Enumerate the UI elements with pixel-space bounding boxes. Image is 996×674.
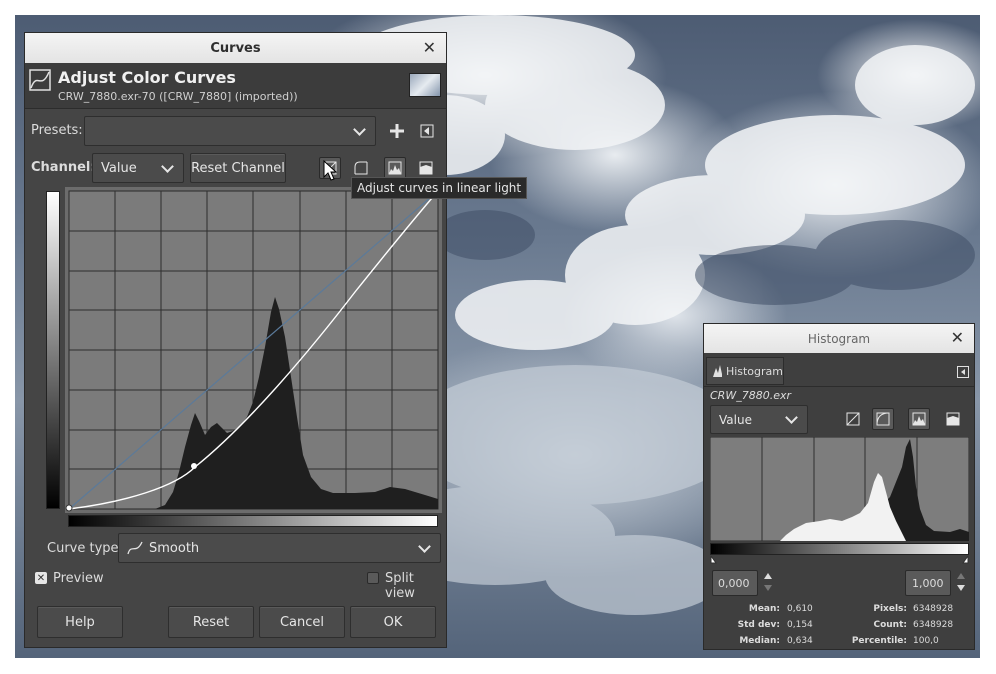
range-sliders[interactable] [710, 556, 969, 564]
triangle-left-icon [957, 366, 969, 378]
spin-up-icon [957, 573, 965, 579]
stats-labels-left: Mean: Std dev: Median: [704, 601, 780, 649]
histogram-channel-combo[interactable]: Value [710, 405, 808, 434]
hist-perceptual-button[interactable] [872, 408, 894, 430]
curves-titlebar[interactable]: Curves ✕ [25, 33, 446, 63]
triangle-left-icon [420, 124, 434, 138]
curve-type-value: Smooth [149, 540, 200, 556]
histogram-filename: CRW_7880.exr [710, 389, 791, 402]
percentile-value: 100,0 [913, 636, 939, 646]
histogram-icon [713, 365, 722, 377]
split-view-label: Split view [385, 571, 415, 601]
pixels-value: 6348928 [913, 604, 954, 614]
perceptual-curve-icon [354, 161, 368, 175]
histogram-gradient-bar [710, 543, 969, 555]
curve-type-label: Curve type: [47, 541, 123, 556]
chevron-down-icon [353, 122, 366, 136]
pixels-label: Pixels: [873, 604, 907, 614]
stats-values-left: 0,610 0,154 0,634 [787, 601, 813, 649]
ok-button[interactable]: OK [350, 606, 436, 638]
perceptual-curve-icon [876, 412, 890, 426]
close-icon[interactable]: ✕ [423, 38, 436, 57]
stats-labels-right: Pixels: Count: Percentile: [834, 601, 907, 649]
header-subtitle: CRW_7880.exr-70 ([CRW_7880] (imported)) [58, 90, 298, 103]
input-gradient-bar [68, 515, 438, 527]
histogram-linear-icon [388, 161, 402, 175]
curve-graph[interactable] [65, 187, 442, 513]
count-value: 6348928 [913, 620, 954, 630]
tab-divider [704, 386, 974, 387]
range-high-input[interactable]: 1,000 [905, 570, 951, 596]
preview-checkbox[interactable]: ✕ [35, 572, 47, 584]
curves-icon [29, 69, 51, 91]
presets-label: Presets: [31, 123, 83, 138]
smooth-curve-icon [127, 541, 143, 555]
range-low-input[interactable]: 0,000 [712, 570, 758, 596]
add-preset-button[interactable] [386, 120, 408, 142]
curves-title: Curves [210, 40, 261, 56]
preview-label: Preview [53, 571, 104, 586]
stddev-label: Std dev: [737, 620, 780, 630]
image-thumbnail [409, 73, 441, 97]
reset-button[interactable]: Reset [168, 606, 254, 638]
curve-type-combo[interactable]: Smooth [118, 533, 441, 563]
median-value: 0,634 [787, 636, 813, 646]
channel-combo[interactable]: Value [92, 153, 184, 183]
histogram-channel-value: Value [719, 412, 752, 427]
median-label: Median: [739, 636, 780, 646]
hist-log-scale-button[interactable] [942, 408, 964, 430]
percentile-label: Percentile: [851, 636, 907, 646]
histogram-title: Histogram [807, 331, 871, 346]
range-high-handle[interactable] [962, 556, 969, 564]
channel-value: Value [101, 160, 137, 176]
close-icon[interactable]: ✕ [951, 328, 964, 347]
spin-up-icon [764, 573, 772, 579]
output-gradient-bar [46, 191, 60, 509]
stddev-value: 0,154 [787, 620, 813, 630]
chevron-down-icon [785, 411, 798, 424]
histogram-titlebar[interactable]: Histogram ✕ [704, 324, 974, 353]
histogram-dialog: Histogram ✕ Histogram CRW_7880.exr Value [703, 323, 975, 650]
histogram-view[interactable] [710, 437, 969, 541]
dialog-header: Adjust Color Curves CRW_7880.exr-70 ([CR… [25, 63, 446, 109]
count-label: Count: [873, 620, 907, 630]
plus-icon [390, 124, 404, 138]
mean-value: 0,610 [787, 604, 813, 614]
range-high-spin[interactable] [954, 570, 968, 596]
chevron-down-icon [161, 159, 174, 173]
channel-label: Channel: [31, 160, 96, 175]
curve-point-mid[interactable] [191, 463, 197, 469]
perceptual-button[interactable] [350, 157, 372, 179]
chevron-down-icon [418, 539, 431, 553]
help-button[interactable]: Help [37, 606, 123, 638]
cancel-button[interactable]: Cancel [259, 606, 345, 638]
split-view-checkbox[interactable] [367, 572, 379, 584]
stats-values-right: 6348928 6348928 100,0 [913, 601, 953, 649]
preset-menu-button[interactable] [416, 120, 438, 142]
range-low-spin[interactable] [761, 570, 775, 596]
tab-menu-button[interactable] [957, 366, 969, 382]
tab-label: Histogram [725, 364, 783, 378]
header-title: Adjust Color Curves [58, 68, 236, 87]
range-low-handle[interactable] [710, 556, 717, 564]
spin-down-icon [764, 585, 772, 591]
log-histogram-button[interactable] [415, 157, 437, 179]
histogram-log-icon [419, 161, 433, 175]
curves-dialog: Curves ✕ Adjust Color Curves CRW_7880.ex… [24, 32, 447, 648]
mouse-cursor-icon [323, 160, 338, 181]
tab-histogram[interactable]: Histogram [706, 357, 784, 385]
linear-histogram-button[interactable] [384, 157, 406, 179]
curve-point-black[interactable] [65, 504, 73, 512]
reset-channel-button[interactable]: Reset Channel [190, 153, 286, 183]
spin-down-icon [957, 585, 965, 591]
hist-linear-scale-button[interactable] [908, 408, 930, 430]
mean-label: Mean: [748, 604, 780, 614]
tooltip: Adjust curves in linear light [351, 177, 528, 199]
histogram-log-icon [946, 412, 960, 426]
histogram-linear-icon [912, 412, 926, 426]
linear-curve-icon [846, 412, 860, 426]
presets-combo[interactable] [84, 116, 376, 146]
hist-linear-button[interactable] [842, 408, 864, 430]
